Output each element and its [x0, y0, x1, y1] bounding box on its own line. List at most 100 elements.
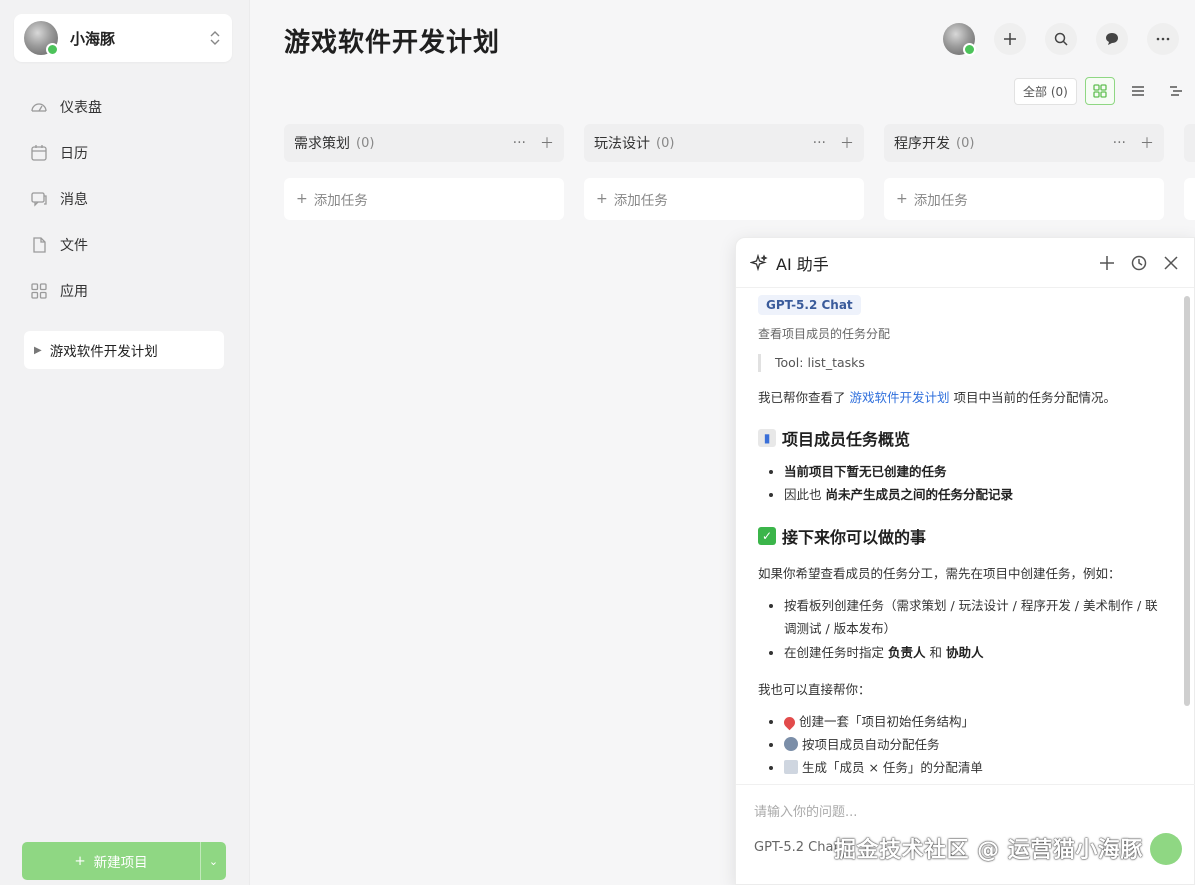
heading-text: 接下来你可以做的事 — [782, 528, 927, 548]
sidebar-item-dashboard[interactable]: 仪表盘 — [14, 84, 234, 130]
project-name: 游戏软件开发计划 — [49, 344, 158, 360]
sidebar-item-messages[interactable]: 消息 — [14, 176, 234, 222]
header-actions — [943, 23, 1179, 56]
list-item-bold: 尚未产生成员之间的任务分配记录 — [825, 487, 1014, 503]
add-task-button[interactable]: + 添加任务 — [284, 178, 564, 220]
new-project-button[interactable]: + 新建项目 ⌄ — [22, 842, 226, 880]
list-icon — [1131, 86, 1144, 96]
board-view-button[interactable] — [1084, 77, 1115, 105]
user-switcher[interactable]: 小海豚 — [14, 14, 232, 62]
sidebar-nav: 仪表盘 日历 消息 文件 应用 — [14, 84, 234, 314]
sidebar-item-label: 文件 — [60, 238, 88, 254]
list-item: 因此也 尚未产生成员之间的任务分配记录 — [784, 483, 1160, 506]
list-item-text: 在创建任务时指定 — [784, 644, 885, 660]
add-task-button[interactable]: + 添加任务 — [584, 178, 864, 220]
caret-right-icon[interactable]: ▶ — [34, 345, 42, 356]
plus-icon[interactable]: ＋ — [1140, 133, 1154, 153]
model-tag: GPT-5.2 Chat — [758, 295, 861, 315]
view-toolbar: 全部 (0) — [1014, 77, 1191, 105]
list-item-bold: 协助人 — [946, 644, 984, 660]
sidebar-project-item[interactable]: ▶ 游戏软件开发计划 — [24, 331, 224, 369]
sidebar-item-calendar[interactable]: 日历 — [14, 130, 234, 176]
sidebar-item-label: 日历 — [60, 146, 88, 162]
add-task-button[interactable]: + 添加任务 — [884, 178, 1164, 220]
document-icon — [784, 759, 798, 774]
sidebar-item-label: 仪表盘 — [60, 100, 102, 116]
pushpin-icon — [781, 714, 798, 730]
more-icon[interactable]: ··· — [813, 135, 826, 151]
user-query: 查看项目成员的任务分配 — [758, 327, 891, 341]
list-item: 创建一套「项目初始任务结构」 — [781, 710, 1160, 733]
intro-text-a: 我已帮你查看了 — [758, 390, 846, 405]
gantt-view-button[interactable] — [1161, 77, 1191, 105]
chevron-down-icon[interactable]: ⌄ — [200, 842, 226, 880]
plus-icon: + — [296, 191, 308, 207]
people-icon — [784, 736, 798, 751]
add-task-label: 添加任务 — [913, 193, 968, 209]
column-header: 程序开发 (0) ··· ＋ — [884, 124, 1164, 162]
intro-text-b: 项目中当前的任务分配情况。 — [953, 390, 1117, 405]
plus-icon[interactable] — [1098, 254, 1116, 272]
chat-button[interactable] — [1096, 23, 1128, 55]
next-paragraph: 如果你希望查看成员的任务分工，需先在项目中创建任务，例如： — [758, 566, 1121, 582]
more-icon[interactable]: ··· — [513, 135, 526, 151]
close-icon[interactable] — [1162, 254, 1180, 272]
sidebar-item-apps[interactable]: 应用 — [14, 268, 234, 314]
column-title: 需求策划 — [294, 136, 350, 152]
overview-list: 当前项目下暂无已创建的任务 因此也 尚未产生成员之间的任务分配记录 — [758, 460, 1160, 506]
new-project-main[interactable]: + 新建项目 — [22, 851, 200, 871]
question-input[interactable]: 请输入你的问题... — [754, 801, 857, 820]
column-count: (0) — [656, 135, 675, 151]
sparkle-icon — [750, 253, 768, 271]
ai-assistant-panel: AI 助手 GPT-5.2 Chat 查看项目成员的任务分配 Tool: lis… — [735, 237, 1195, 885]
sidebar-item-files[interactable]: 文件 — [14, 222, 234, 268]
sidebar-item-label: 应用 — [60, 284, 88, 300]
section-heading-overview: ▮ 项目成员任务概览 — [758, 426, 1160, 450]
plus-icon: + — [896, 191, 908, 207]
grid-icon — [1093, 84, 1107, 98]
list-item-text: 按项目成员自动分配任务 — [802, 736, 940, 752]
list-view-button[interactable] — [1123, 77, 1153, 105]
help-list: 创建一套「项目初始任务结构」 按项目成员自动分配任务 生成「成员 × 任务」的分… — [758, 710, 1160, 779]
assistant-intro: 我已帮你查看了 游戏软件开发计划 项目中当前的任务分配情况。 — [758, 388, 1160, 408]
list-item-text: 和 — [929, 644, 943, 660]
next-list: 按看板列创建任务（需求策划 / 玩法设计 / 程序开发 / 美术制作 / 联调测… — [758, 594, 1160, 663]
column-count: (0) — [956, 135, 975, 151]
board-columns: 需求策划 (0) ··· ＋ + 添加任务 玩法设计 (0) ··· ＋ + 添… — [284, 124, 1195, 234]
more-icon[interactable]: ··· — [1113, 135, 1126, 151]
add-task-button[interactable] — [1184, 178, 1195, 220]
more-button[interactable] — [1147, 23, 1179, 55]
list-item: 按看板列创建任务（需求策划 / 玩法设计 / 程序开发 / 美术制作 / 联调测… — [784, 594, 1160, 640]
section-heading-next: ✓ 接下来你可以做的事 — [758, 524, 1160, 548]
plus-icon[interactable]: ＋ — [540, 133, 554, 153]
model-selector[interactable]: GPT-5.2 Chat — [754, 840, 839, 855]
history-icon[interactable] — [1130, 254, 1148, 272]
plus-icon: + — [74, 853, 86, 869]
chevron-updown-icon — [210, 31, 220, 45]
column-header: 需求策划 (0) ··· ＋ — [284, 124, 564, 162]
list-item-text: 因此也 — [784, 487, 822, 503]
project-link[interactable]: 游戏软件开发计划 — [850, 390, 950, 405]
plus-icon: + — [596, 191, 608, 207]
chat-icon — [1106, 33, 1118, 45]
avatar — [24, 21, 59, 56]
user-name: 小海豚 — [70, 29, 116, 48]
list-item: 在创建任务时指定 负责人 和 协助人 — [784, 641, 1160, 664]
list-item-bold: 负责人 — [888, 644, 926, 660]
help-paragraph: 我也可以直接帮你： — [758, 681, 871, 697]
add-button[interactable] — [994, 23, 1026, 55]
plus-icon[interactable]: ＋ — [840, 133, 854, 153]
search-button[interactable] — [1045, 23, 1077, 55]
member-avatar[interactable] — [943, 23, 976, 56]
page-title: 游戏软件开发计划 — [284, 28, 501, 58]
scrollbar[interactable] — [1184, 296, 1190, 706]
tool-call: Tool: list_tasks — [758, 354, 1160, 372]
ai-panel-header: AI 助手 — [736, 238, 1194, 288]
column-title: 玩法设计 — [594, 136, 650, 152]
send-button[interactable] — [1150, 833, 1182, 865]
list-item: 生成「成员 × 任务」的分配清单 — [784, 756, 1160, 779]
board-column: 需求策划 (0) ··· ＋ + 添加任务 — [284, 124, 564, 220]
watermark: 掘金技术社区 @ 运营猫小海豚 — [834, 838, 1143, 863]
sidebar: 小海豚 仪表盘 日历 消息 文件 应用 ▶ 游戏软件开发计划 + 新建项目 ⌄ — [0, 0, 250, 885]
filter-all-button[interactable]: 全部 (0) — [1014, 77, 1077, 105]
